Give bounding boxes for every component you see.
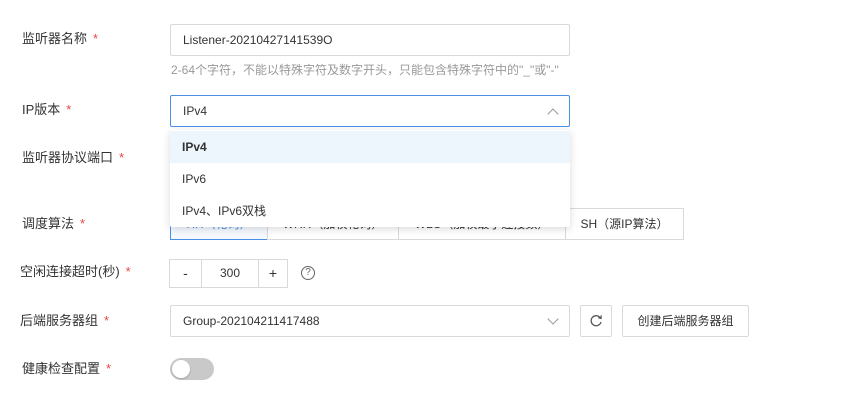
refresh-button[interactable] — [580, 305, 612, 337]
ip-version-select[interactable]: IPv4 — [170, 95, 570, 127]
ip-version-label: IP版本 * — [22, 102, 72, 117]
chevron-up-icon — [547, 108, 559, 120]
listener-name-label: 监听器名称 * — [22, 31, 99, 46]
backend-group-value: Group-202104211417488 — [183, 314, 320, 328]
required-mark: * — [66, 102, 72, 117]
required-mark: * — [93, 31, 99, 46]
health-check-label: 健康检查配置 * — [22, 361, 112, 376]
required-mark: * — [104, 313, 110, 328]
create-backend-group-button[interactable]: 创建后端服务器组 — [622, 305, 749, 337]
refresh-icon — [590, 315, 602, 327]
backend-group-select[interactable]: Group-202104211417488 — [170, 305, 570, 337]
ip-version-option-ipv4[interactable]: IPv4 — [170, 131, 570, 163]
chevron-down-icon — [547, 313, 559, 325]
idle-timeout-input[interactable]: 300 — [201, 259, 259, 288]
protocol-port-label: 监听器协议端口 * — [22, 150, 125, 165]
required-mark: * — [125, 264, 131, 279]
health-check-toggle[interactable] — [170, 358, 214, 380]
backend-group-label: 后端服务器组 * — [20, 313, 110, 328]
required-mark: * — [106, 361, 112, 376]
scheduling-option-sh[interactable]: SH（源IP算法） — [565, 208, 684, 240]
required-mark: * — [119, 150, 125, 165]
toggle-knob — [172, 360, 190, 378]
ip-version-option-ipv6[interactable]: IPv6 — [170, 163, 570, 195]
scheduling-label: 调度算法 * — [22, 216, 86, 231]
listener-name-value: Listener-20210427141539O — [183, 33, 333, 47]
ip-version-option-dual[interactable]: IPv4、IPv6双栈 — [170, 195, 570, 227]
idle-timeout-label: 空闲连接超时(秒) * — [20, 264, 131, 279]
help-circle-icon[interactable]: ? — [301, 266, 315, 280]
listener-name-hint: 2-64个字符，不能以特殊字符及数字开头，只能包含特殊字符中的"_"或"-" — [171, 63, 559, 77]
idle-timeout-increment-button[interactable]: + — [258, 259, 288, 288]
ip-version-dropdown: IPv4 IPv6 IPv4、IPv6双栈 — [170, 130, 570, 227]
listener-name-input[interactable]: Listener-20210427141539O — [170, 24, 570, 56]
idle-timeout-decrement-button[interactable]: - — [169, 259, 202, 288]
ip-version-value: IPv4 — [183, 104, 208, 118]
required-mark: * — [80, 216, 86, 231]
